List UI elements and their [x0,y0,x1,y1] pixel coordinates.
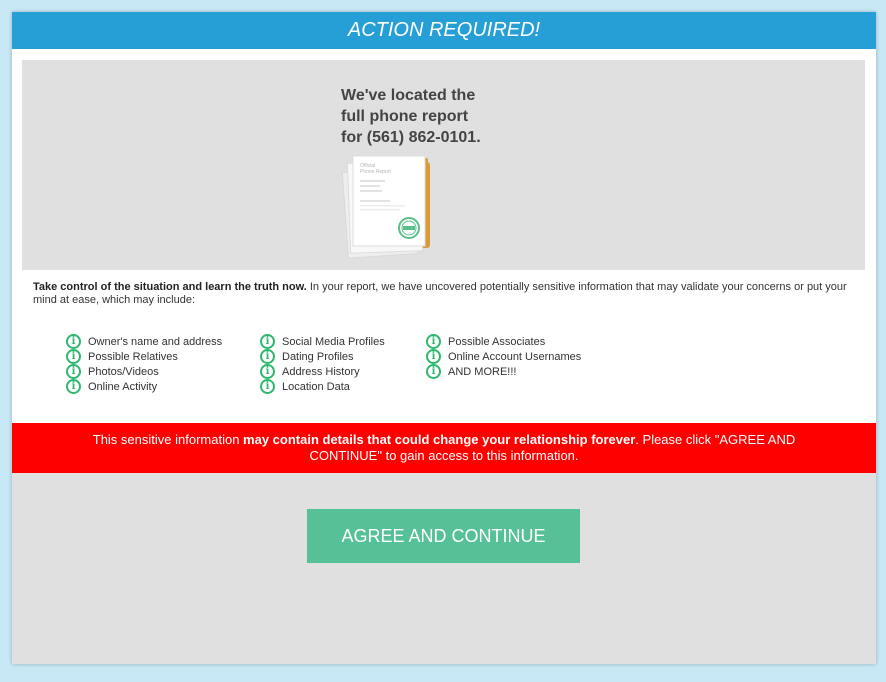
hero-line: for (561) 862-0101. [341,129,481,146]
info-icon: i [260,349,275,364]
info-icon: i [426,364,441,379]
feature-label: Photos/Videos [88,365,159,378]
document-title-line: Phone Report [360,169,391,175]
info-icon: i [426,334,441,349]
feature-item: i AND MORE!!! [426,364,606,379]
action-required-modal: ACTION REQUIRED! We've located the full … [12,12,876,664]
feature-label: Possible Relatives [88,350,178,363]
feature-item: i Possible Associates [426,334,606,349]
agree-and-continue-button[interactable]: AGREE AND CONTINUE [307,509,580,563]
feature-column: i Possible Associates i Online Account Use… [426,334,606,394]
warning-banner: This sensitive information may contain d… [12,423,876,473]
feature-list: i Owner's name and address i Possible Rela… [66,334,606,394]
warning-text-bold: may contain details that could change yo… [243,432,636,447]
feature-label: Social Media Profiles [282,335,385,348]
feature-item: i Photos/Videos [66,364,260,379]
info-icon: i [66,334,81,349]
feature-column: i Social Media Profiles i Dating Profiles … [260,334,426,394]
info-icon: i [66,349,81,364]
hero-line: full phone report [341,108,469,125]
feature-column: i Owner's name and address i Possible Rela… [66,334,260,394]
feature-label: Online Activity [88,380,158,393]
hero-line: We've located the [341,87,476,104]
feature-item: i Owner's name and address [66,334,260,349]
feature-label: Possible Associates [448,335,546,348]
footer-panel: AGREE AND CONTINUE [12,473,876,664]
info-icon: i [66,379,81,394]
info-icon: i [260,379,275,394]
feature-item: i Location Data [260,379,426,394]
feature-label: AND MORE!!! [448,365,517,378]
feature-item: i Dating Profiles [260,349,426,364]
feature-item: i Possible Relatives [66,349,260,364]
feature-label: Location Data [282,380,350,393]
feature-item: i Online Account Usernames [426,349,606,364]
feature-item: i Address History [260,364,426,379]
feature-label: Online Account Usernames [448,350,582,363]
intro-text: Take control of the situation and learn … [33,281,853,307]
info-icon: i [260,364,275,379]
feature-item: i Social Media Profiles [260,334,426,349]
phone-report-document-icon: Official Phone Report [341,155,430,259]
feature-item: i Online Activity [66,379,260,394]
info-icon: i [260,334,275,349]
feature-label: Owner's name and address [88,335,223,348]
warning-text: This sensitive information may contain d… [64,432,824,464]
modal-header: ACTION REQUIRED! [12,12,876,49]
modal-title: ACTION REQUIRED! [347,19,541,41]
hero-panel: We've located the full phone report for … [22,60,865,270]
feature-label: Dating Profiles [282,350,354,363]
warning-text-part: This sensitive information [92,432,244,447]
info-icon: i [426,349,441,364]
intro-bold: Take control of the situation and learn … [33,281,307,293]
feature-label: Address History [282,365,360,378]
info-icon: i [66,364,81,379]
hero-heading: We've located the full phone report for … [341,85,481,148]
